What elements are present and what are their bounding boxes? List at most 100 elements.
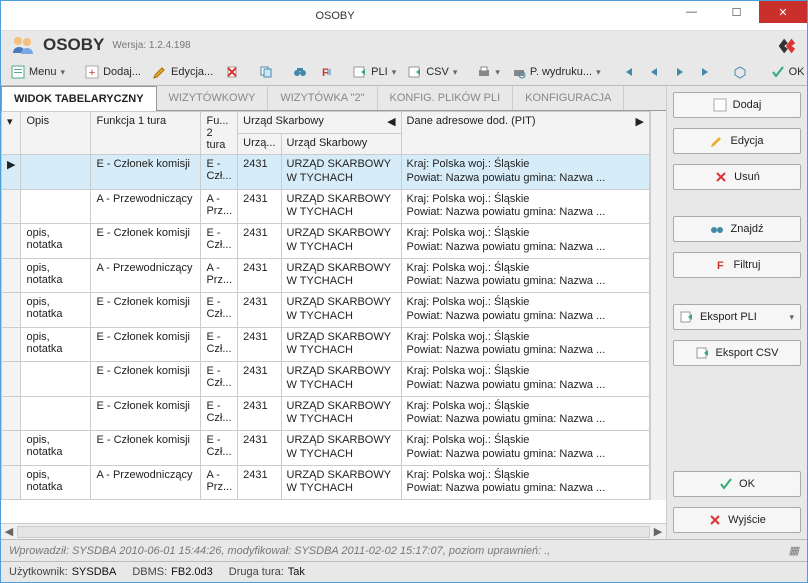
side-dodaj-button[interactable]: Dodaj: [673, 92, 801, 118]
side-eksport-pli-button[interactable]: Eksport PLI▾: [673, 304, 801, 330]
print-button[interactable]: ▾: [473, 63, 504, 81]
cell-funkcja1: E - Członek komisji: [91, 431, 201, 466]
pli-button[interactable]: PLI▾: [349, 63, 400, 81]
cell-ucode: 2431: [238, 258, 281, 293]
row-header[interactable]: [2, 396, 21, 431]
export-icon: [696, 346, 710, 360]
cell-fu2: E - Czł...: [201, 362, 238, 397]
cell-uname: URZĄD SKARBOWY W TYCHACH: [281, 327, 401, 362]
col-dane[interactable]: Dane adresowe dod. (PIT)▶: [401, 112, 649, 155]
row-header[interactable]: [2, 258, 21, 293]
cell-ucode: 2431: [238, 465, 281, 500]
table-row[interactable]: E - Członek komisjiE - Czł...2431URZĄD S…: [2, 362, 650, 397]
copy-icon: [259, 65, 273, 79]
cell-fu2: A - Prz...: [201, 189, 238, 224]
prev-icon: [647, 65, 661, 79]
table-row[interactable]: opis, notatkaE - Członek komisjiE - Czł.…: [2, 224, 650, 259]
nav-next-button[interactable]: [669, 63, 691, 81]
table-row[interactable]: A - PrzewodniczącyA - Prz...2431URZĄD SK…: [2, 189, 650, 224]
col-expand[interactable]: ▾: [2, 112, 21, 155]
row-header[interactable]: [2, 189, 21, 224]
cell-ucode: 2431: [238, 327, 281, 362]
print-icon: [477, 65, 491, 79]
nav-prev-button[interactable]: [643, 63, 665, 81]
table-row[interactable]: opis, notatkaA - PrzewodniczącyA - Prz..…: [2, 258, 650, 293]
csv-button[interactable]: CSV▾: [404, 63, 461, 81]
row-header[interactable]: ▶: [2, 155, 21, 190]
dodaj-button[interactable]: +Dodaj...: [81, 63, 145, 81]
cell-uname: URZĄD SKARBOWY W TYCHACH: [281, 465, 401, 500]
dbms-value: FB2.0d3: [171, 566, 213, 578]
col-urzad-name[interactable]: Urząd Skarbowy: [281, 134, 401, 155]
delete-button[interactable]: [221, 63, 243, 81]
row-header[interactable]: [2, 293, 21, 328]
app-logo-icon: [775, 35, 797, 57]
tab-konfig-pli[interactable]: KONFIG. PLIKÓW PLI: [378, 86, 514, 110]
row-header[interactable]: [2, 362, 21, 397]
cell-fu2: E - Czł...: [201, 293, 238, 328]
binoculars-icon: [293, 65, 307, 79]
export-pli-icon: [353, 65, 367, 79]
row-header[interactable]: [2, 465, 21, 500]
cell-dane: Kraj: Polska woj.: ŚląskiePowiat: Nazwa …: [401, 155, 649, 190]
nav-last-button[interactable]: [695, 63, 717, 81]
window-close-button[interactable]: ✕: [759, 1, 807, 23]
col-urzad-group[interactable]: Urząd Skarbowy◀: [238, 112, 401, 134]
cell-fu2: A - Prz...: [201, 465, 238, 500]
data-grid[interactable]: ▾ Opis Funkcja 1 tura Fu... 2 tura Urząd…: [1, 111, 650, 500]
side-wyjscie-button[interactable]: Wyjście: [673, 507, 801, 533]
side-edycja-button[interactable]: Edycja: [673, 128, 801, 154]
binoculars-icon: [710, 222, 724, 236]
menu-button[interactable]: Menu▾: [7, 63, 69, 81]
row-header[interactable]: [2, 327, 21, 362]
cell-funkcja1: E - Członek komisji: [91, 396, 201, 431]
cell-ucode: 2431: [238, 431, 281, 466]
find-button[interactable]: [289, 63, 311, 81]
side-znajdz-button[interactable]: Znajdź: [673, 216, 801, 242]
col-funkcja1[interactable]: Funkcja 1 tura: [91, 112, 201, 155]
filter-button[interactable]: F: [315, 63, 337, 81]
menu-icon: [11, 65, 25, 79]
table-row[interactable]: ▶E - Członek komisjiE - Czł...2431URZĄD …: [2, 155, 650, 190]
side-usun-button[interactable]: Usuń: [673, 164, 801, 190]
window-maximize-button[interactable]: ☐: [714, 1, 759, 23]
col-fu2[interactable]: Fu... 2 tura: [201, 112, 238, 155]
cell-ucode: 2431: [238, 293, 281, 328]
edycja-button[interactable]: Edycja...: [149, 63, 217, 81]
tab-wizytowka-2[interactable]: WIZYTÓWKA "2": [268, 86, 377, 110]
col-urzad-code[interactable]: Urzą...: [238, 134, 281, 155]
table-row[interactable]: opis, notatkaA - PrzewodniczącyA - Prz..…: [2, 465, 650, 500]
window-title: OSOBY: [1, 10, 669, 22]
col-opis[interactable]: Opis: [21, 112, 91, 155]
side-filtruj-button[interactable]: FFiltruj: [673, 252, 801, 278]
cell-uname: URZĄD SKARBOWY W TYCHACH: [281, 293, 401, 328]
cell-uname: URZĄD SKARBOWY W TYCHACH: [281, 362, 401, 397]
cell-ucode: 2431: [238, 189, 281, 224]
table-row[interactable]: opis, notatkaE - Członek komisjiE - Czł.…: [2, 327, 650, 362]
scroll-right-icon[interactable]: ▶: [650, 525, 666, 538]
print-preview-button[interactable]: P. wydruku...▾: [508, 63, 605, 81]
refresh-button[interactable]: [729, 63, 751, 81]
table-row[interactable]: opis, notatkaE - Członek komisjiE - Czł.…: [2, 293, 650, 328]
nav-first-button[interactable]: [617, 63, 639, 81]
table-row[interactable]: E - Członek komisjiE - Czł...2431URZĄD S…: [2, 396, 650, 431]
cell-ucode: 2431: [238, 224, 281, 259]
table-row[interactable]: opis, notatkaE - Członek komisjiE - Czł.…: [2, 431, 650, 466]
copy-button[interactable]: [255, 63, 277, 81]
tab-widok-tabelaryczny[interactable]: WIDOK TABELARYCZNY: [1, 86, 157, 111]
check-icon: [771, 65, 785, 79]
scroll-left-icon[interactable]: ◀: [1, 525, 17, 538]
tab-wizytowkowy[interactable]: WIZYTÓWKOWY: [157, 86, 269, 110]
tab-konfiguracja[interactable]: KONFIGURACJA: [513, 86, 624, 110]
window-minimize-button[interactable]: —: [669, 1, 714, 23]
tab-bar: WIDOK TABELARYCZNY WIZYTÓWKOWY WIZYTÓWKA…: [1, 86, 666, 111]
cell-fu2: E - Czł...: [201, 396, 238, 431]
vertical-scrollbar[interactable]: [650, 111, 666, 500]
side-eksport-csv-button[interactable]: Eksport CSV: [673, 340, 801, 366]
cell-ucode: 2431: [238, 396, 281, 431]
horizontal-scrollbar[interactable]: ◀ ▶: [1, 523, 666, 539]
ok-toolbar-button[interactable]: OK: [767, 63, 808, 81]
row-header[interactable]: [2, 224, 21, 259]
row-header[interactable]: [2, 431, 21, 466]
side-ok-button[interactable]: OK: [673, 471, 801, 497]
